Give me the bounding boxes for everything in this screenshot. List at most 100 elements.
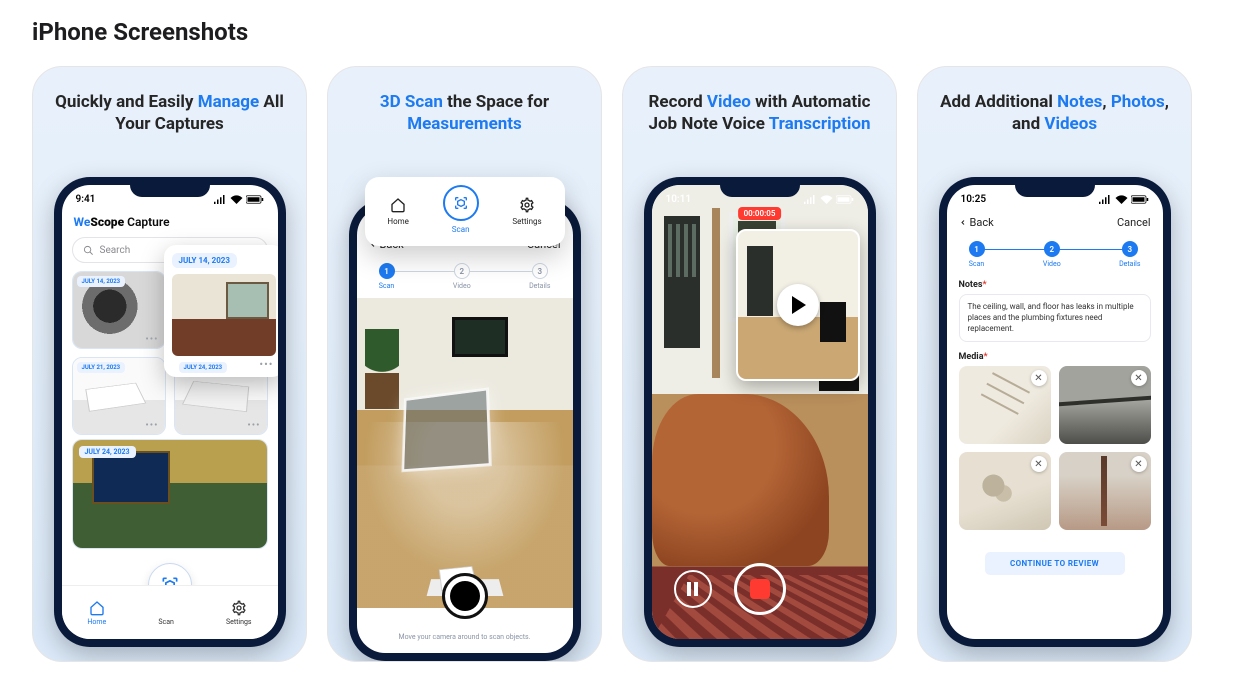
remove-icon[interactable]: ✕ [1031,370,1047,386]
section-title: iPhone Screenshots [32,18,1207,46]
scan-viewport [357,298,573,608]
nav-row: Back Cancel [947,209,1163,235]
notes-textarea[interactable]: The ceiling, wall, and floor has leaks i… [959,294,1151,342]
capture-card-large[interactable]: JULY 24, 2023 [72,439,268,549]
screenshot-1[interactable]: Quickly and Easily Manage All Your Captu… [32,66,307,662]
status-indicators [1098,195,1149,204]
phone-frame: 10:11 00:00:05 [644,177,876,647]
text: Video [707,92,751,112]
screenshot-4[interactable]: Add Additional Notes, Photos, and Videos… [917,66,1192,662]
cancel-button[interactable]: Cancel [1117,216,1150,229]
screenshot-3-caption: Record Video with Automatic Job Note Voi… [623,67,896,173]
media-label: Media* [959,352,1151,362]
text: Manage [198,92,260,112]
record-stop-button[interactable] [734,563,786,615]
capture-date: JULY 24, 2023 [79,446,136,458]
scan-bounding-box [402,388,491,471]
tab-scan[interactable]: Scan [158,600,174,626]
step-label: Scan [969,260,985,268]
menu-scan[interactable]: Scan [443,185,479,234]
phone-frame: 10:25 Back Cancel 1Scan 2V [939,177,1171,647]
text: Measurements [407,114,522,134]
tab-settings[interactable]: Settings [226,600,252,626]
menu-home[interactable]: Home [387,197,409,226]
step-label: Scan [379,282,395,290]
text: the Space for [443,92,549,112]
media-item[interactable]: ✕ [959,452,1051,530]
back-label: Back [970,216,994,229]
phone-screen: 10:25 Back Cancel 1Scan 2V [947,185,1163,639]
gear-icon [519,197,535,213]
screenshot-1-caption: Quickly and Easily Manage All Your Captu… [33,67,306,173]
scan-icon [453,195,469,211]
scene-art [452,317,508,357]
more-icon[interactable]: ••• [247,420,260,431]
step-video: 2Video [453,263,471,290]
phone-screen: 9:41 WeScope Capture Search [62,185,278,639]
gear-icon [231,600,247,616]
menu-settings[interactable]: Settings [512,197,541,226]
step-details: 3Details [1119,241,1140,268]
remove-icon[interactable]: ✕ [1031,456,1047,472]
text: Quickly and Easily [55,92,198,112]
record-controls [652,563,868,615]
tab-home[interactable]: Home [87,600,106,626]
text: , [1102,92,1110,112]
menu-label: Settings [512,217,541,226]
step-scan: 1Scan [379,263,395,290]
pause-button[interactable] [674,570,712,608]
scan-icon-ring [443,185,479,221]
text: 3D Scan [380,92,443,112]
shutter-button[interactable] [442,573,488,619]
phone-screen: 10:11 00:00:05 [652,185,868,639]
step-details: 3Details [529,263,550,290]
more-icon[interactable]: ••• [145,334,158,345]
details-body: Notes* The ceiling, wall, and floor has … [947,270,1163,575]
media-item[interactable]: ✕ [1059,366,1151,444]
status-time: 10:25 [961,194,987,205]
screenshot-3[interactable]: Record Video with Automatic Job Note Voi… [622,66,897,662]
scene-couch [652,394,829,567]
menu-label: Home [387,217,409,226]
media-item[interactable]: ✕ [959,366,1051,444]
search-icon [83,245,94,256]
scene-plant [365,329,399,409]
scene-trim [712,208,720,378]
continue-button[interactable]: CONTINUE TO REVIEW [985,552,1125,575]
scene-door [660,212,704,352]
scan-icon [158,600,174,616]
screenshot-2[interactable]: 3D Scan the Space for Measurements Home … [327,66,602,662]
menu-label: Scan [452,225,470,234]
remove-icon[interactable]: ✕ [1131,456,1147,472]
phone-frame: 9:41 WeScope Capture Search [54,177,286,647]
text: Record [649,92,707,112]
phone-notch [130,177,210,197]
home-icon [390,197,406,213]
capture-date: JULY 24, 2023 [179,362,228,373]
text: Media [959,352,984,362]
step-label: Video [1043,260,1061,268]
screenshot-2-caption: 3D Scan the Space for Measurements [328,67,601,173]
overlay-date: JULY 14, 2023 [172,253,237,268]
step-progress: 1Scan 2Video 3Details [357,257,573,292]
capture-date: JULY 21, 2023 [77,362,126,373]
status-indicators [213,195,264,204]
required-asterisk: * [982,280,986,290]
back-button[interactable]: Back [959,216,994,229]
capture-detail-overlay: JULY 14, 2023 ••• [164,245,278,377]
more-icon[interactable]: ••• [145,420,158,431]
step-label: Details [1119,260,1140,268]
tab-bar: Home Scan Settings [62,585,278,639]
text: We [74,215,91,229]
capture-card[interactable]: JULY 14, 2023 ••• [72,271,166,349]
remove-icon[interactable]: ✕ [1131,370,1147,386]
text: Photos [1111,92,1165,112]
required-asterisk: * [984,352,988,362]
video-preview-thumb[interactable] [736,229,860,381]
chevron-left-icon [959,217,967,228]
tab-label: Scan [158,618,174,626]
search-placeholder: Search [100,245,131,256]
media-item[interactable]: ✕ [1059,452,1151,530]
capture-card[interactable]: JULY 21, 2023 ••• [72,357,166,435]
screenshot-4-caption: Add Additional Notes, Photos, and Videos [918,67,1191,173]
